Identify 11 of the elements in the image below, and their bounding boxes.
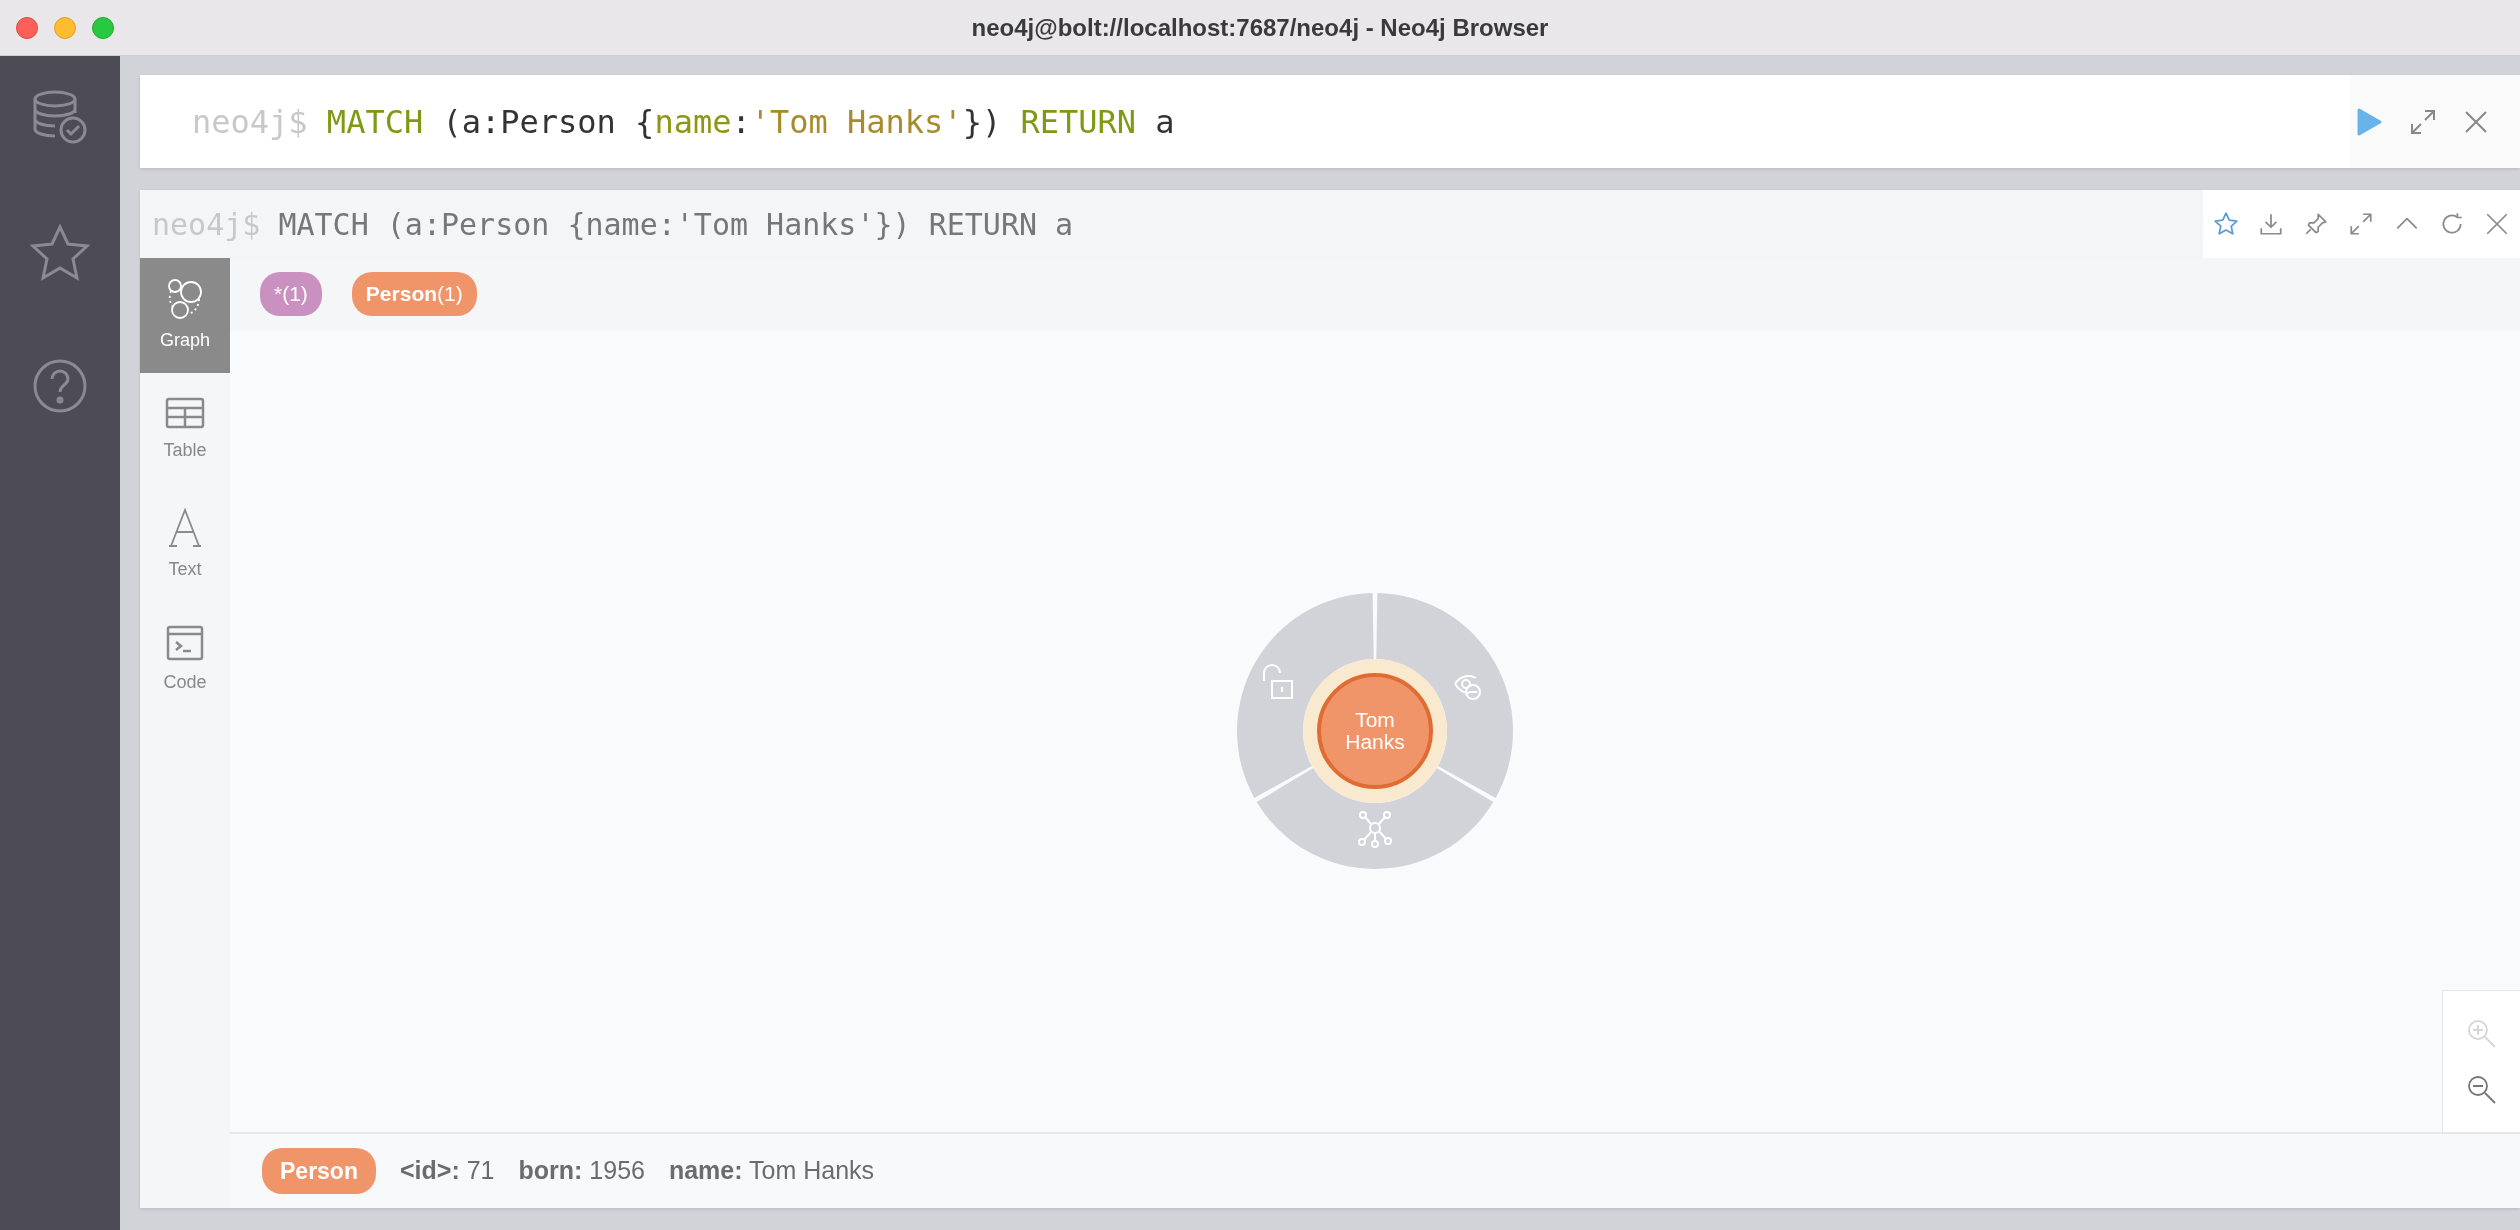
label-pill[interactable]: Person: [262, 1147, 376, 1195]
view-tab[interactable]: Graph: [140, 258, 230, 373]
label-pill[interactable]: *(1): [260, 272, 322, 316]
label-pill[interactable]: Person(1): [351, 272, 477, 316]
property-text: <id>: 71: [400, 1155, 495, 1187]
window-title: neo4j@bolt://localhost:7687/neo4j - Neo4j Browser: [971, 12, 1549, 43]
view-tab[interactable]: Table: [140, 373, 230, 488]
view-tab[interactable]: Code: [140, 603, 230, 718]
property-text: name: Tom Hanks: [668, 1155, 875, 1187]
property-text: born: 1956: [518, 1155, 645, 1187]
view-tab[interactable]: Text: [140, 488, 230, 603]
